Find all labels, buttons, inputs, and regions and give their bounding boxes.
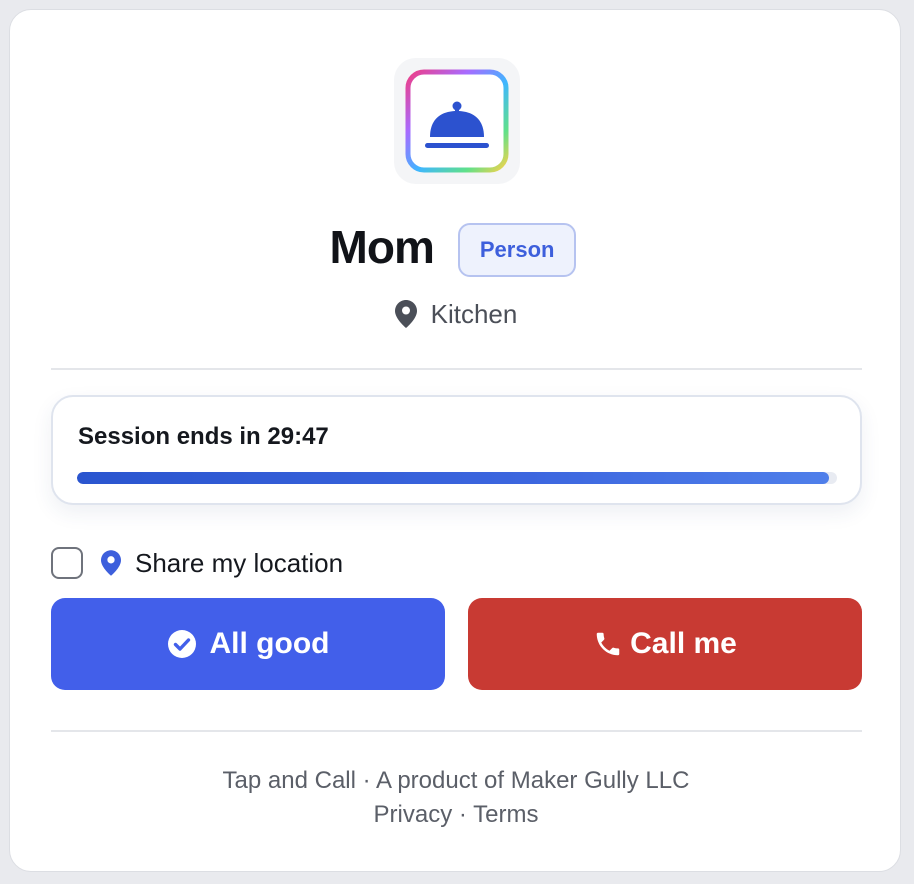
contact-title-row: Mom Person [10, 218, 902, 277]
service-bell-icon [405, 69, 509, 173]
map-pin-icon [101, 550, 121, 576]
call-me-button[interactable]: Call me [468, 598, 862, 690]
share-location-checkbox[interactable] [51, 547, 83, 579]
call-me-label: Call me [630, 627, 737, 660]
all-good-button[interactable]: All good [51, 598, 445, 690]
session-timer-panel: Session ends in 29:47 [51, 395, 862, 505]
footer-product-name: Tap and Call [222, 767, 356, 794]
divider [51, 368, 862, 370]
session-progress-fill [77, 472, 830, 484]
map-pin-icon [394, 300, 417, 328]
share-location-label[interactable]: Share my location [135, 548, 343, 579]
phone-icon [596, 632, 620, 656]
share-location-row[interactable]: Share my location [51, 545, 343, 581]
privacy-link[interactable]: Privacy [374, 801, 453, 828]
session-countdown-text: Session ends in 29:47 [78, 423, 329, 450]
footer-separator: · [362, 767, 371, 794]
footer-maker: A product of Maker Gully LLC [375, 767, 690, 794]
session-progress-track [77, 472, 837, 484]
footer-separator: · [458, 801, 467, 828]
contact-location: Kitchen [10, 296, 902, 332]
app-icon-tile [394, 58, 520, 184]
contact-card: Mom Person Kitchen Session ends in 29:47… [9, 9, 901, 872]
contact-type-badge: Person [457, 223, 577, 277]
terms-link[interactable]: Terms [473, 801, 538, 828]
all-good-label: All good [209, 627, 330, 660]
check-circle-icon [167, 630, 196, 658]
divider [51, 730, 862, 732]
contact-name: Mom [329, 221, 435, 273]
footer-credits: Tap and Call · A product of Maker Gully … [10, 767, 902, 795]
contact-location-label: Kitchen [430, 298, 518, 329]
footer-links: Privacy · Terms [10, 801, 902, 829]
